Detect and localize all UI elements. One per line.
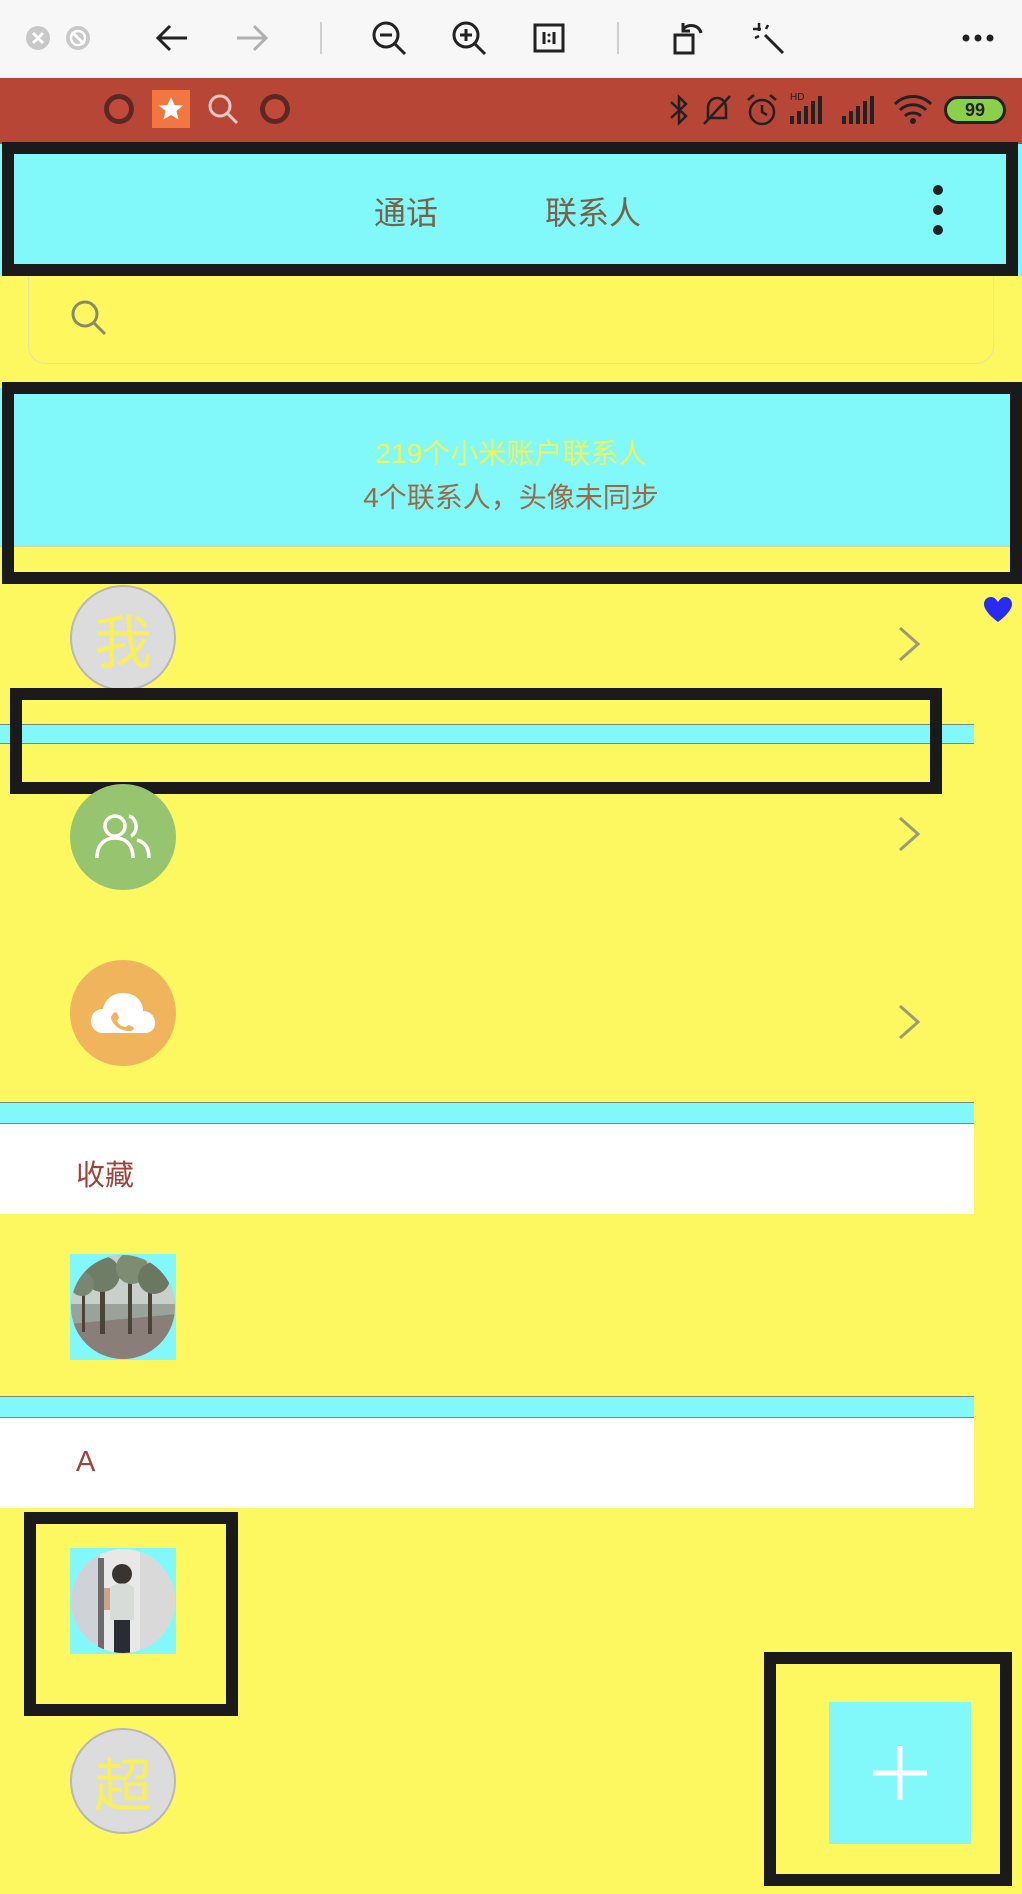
section-header-a: A (0, 1418, 974, 1508)
app-icon (104, 94, 134, 124)
wifi-icon (893, 95, 933, 124)
contact-row[interactable]: 超 (0, 1724, 760, 1854)
zoom-out-icon[interactable] (365, 14, 413, 62)
section-label: 收藏 (76, 1160, 135, 1192)
app-icon (260, 94, 290, 124)
search-icon (208, 94, 239, 125)
stop-icon[interactable] (54, 14, 102, 62)
section-header-favorites: 收藏 (0, 1124, 974, 1214)
heart-icon (984, 597, 1012, 622)
search-icon (71, 300, 107, 336)
banner-account-count: 219个小米账户联系人 (375, 438, 647, 469)
chevron-right-icon (899, 816, 921, 852)
group-icon (70, 784, 176, 890)
chevron-right-icon (899, 1004, 921, 1040)
banner-avatar-status: 4个联系人，头像未同步 (363, 482, 659, 513)
divider (0, 545, 1022, 547)
zoom-in-icon[interactable] (445, 14, 493, 62)
tab-calls[interactable]: 通话 (374, 188, 438, 234)
overflow-menu-icon[interactable] (918, 182, 958, 238)
divider (0, 724, 974, 744)
svg-text:HD: HD (790, 92, 804, 103)
toolbar-separator (320, 22, 322, 54)
rotate-icon[interactable] (664, 14, 712, 62)
alarm-icon (747, 94, 777, 126)
search-bar[interactable] (28, 276, 994, 364)
more-icon[interactable] (954, 14, 1002, 62)
bluetooth-icon (670, 93, 688, 127)
status-bar: HD 99 (0, 78, 1022, 144)
avatar (70, 1548, 176, 1654)
toolbar-separator (617, 22, 619, 54)
me-row[interactable]: 我 (0, 580, 974, 712)
magic-wand-icon[interactable] (744, 14, 792, 62)
signal-icon (842, 96, 874, 124)
signal-icon: HD (790, 92, 822, 124)
sync-banner[interactable]: 219个小米账户联系人 4个联系人，头像未同步 (0, 388, 1022, 546)
star-icon (152, 90, 190, 128)
battery-icon: 99 (944, 96, 1006, 124)
section-label: A (76, 1446, 96, 1478)
chevron-right-icon (899, 626, 921, 662)
avatar: 我 (70, 585, 176, 691)
cloud-phone-icon (70, 960, 176, 1066)
divider (0, 1102, 974, 1124)
forward-arrow-icon[interactable] (228, 14, 276, 62)
contact-row[interactable] (0, 1530, 974, 1660)
avatar: 超 (70, 1728, 176, 1834)
groups-row[interactable] (0, 772, 974, 902)
add-contact-button[interactable] (829, 1702, 971, 1844)
avatar (70, 1254, 176, 1360)
actual-size-icon[interactable] (525, 14, 573, 62)
header: 通话 联系人 (0, 144, 1022, 276)
mute-icon (703, 95, 731, 125)
divider (0, 1396, 974, 1418)
viewer-toolbar (0, 0, 1022, 78)
cloud-backup-row[interactable] (0, 958, 974, 1088)
tab-contacts[interactable]: 联系人 (545, 188, 641, 234)
plus-icon (873, 1746, 927, 1800)
back-arrow-icon[interactable] (148, 14, 196, 62)
